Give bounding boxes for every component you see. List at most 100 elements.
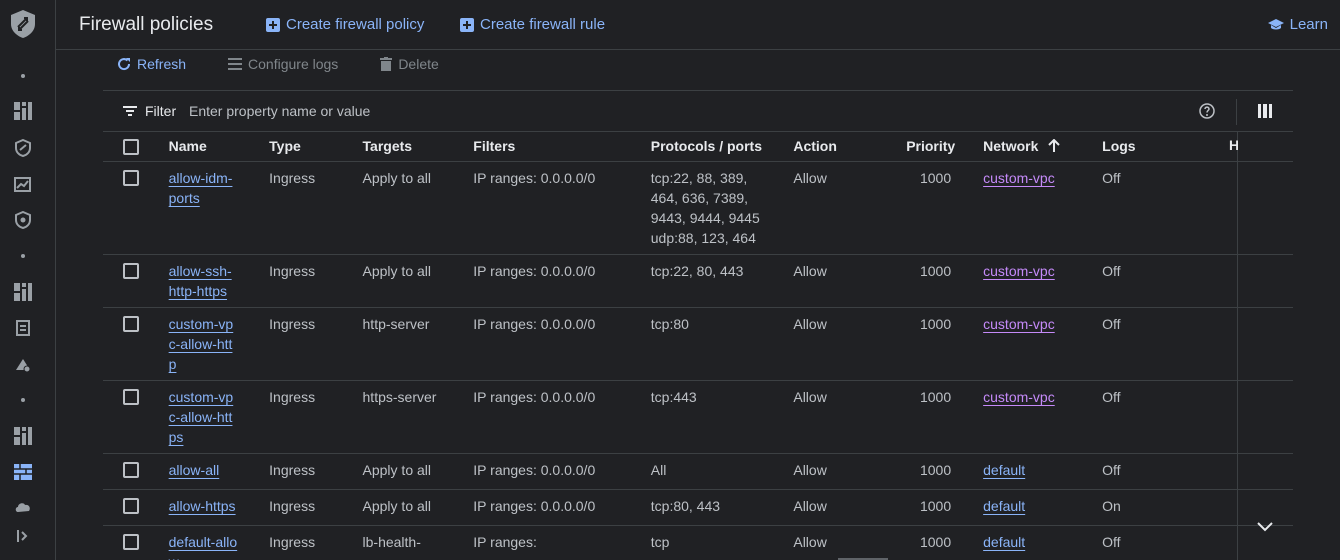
rule-targets-cell: Apply to all <box>362 254 474 308</box>
left-nav-rail <box>0 0 56 560</box>
rule-name-cell: allow-​https <box>168 489 270 526</box>
row-checkbox[interactable] <box>123 262 139 279</box>
shield-icon[interactable] <box>14 139 32 157</box>
rule-name-link[interactable]: default-​allow- <box>169 532 239 560</box>
network-link[interactable]: custom-vpc <box>983 389 1055 405</box>
column-header-name[interactable]: Name <box>168 132 270 162</box>
protocol-port-line: 464, 636, 7389, <box>650 189 749 206</box>
row-checkbox[interactable] <box>123 461 139 478</box>
rule-type-cell: Ingress <box>269 254 363 308</box>
rule-filters-cell: IP ranges: 0.0.0.0/0 <box>473 161 651 255</box>
column-header-filters[interactable]: Filters <box>473 132 651 162</box>
rule-logs-cell: On <box>1102 489 1228 526</box>
column-header-network[interactable]: Network <box>983 132 1103 162</box>
rule-type-cell: Ingress <box>269 453 363 490</box>
table-row[interactable]: allow-​https Ingress Apply to all IP ranges… <box>103 489 1293 526</box>
rule-name-link[interactable]: custom-​vpc-allow-​http <box>169 314 239 374</box>
security-shield-icon[interactable] <box>14 211 32 229</box>
refresh-button[interactable]: Refresh <box>117 56 186 72</box>
protocol-port-line: tcp <box>650 533 670 550</box>
rule-priority-cell: 1000 <box>906 380 984 454</box>
rule-protocols-cell: tcp:22, 80, 443 <box>650 254 794 308</box>
cloud-armor-icon[interactable] <box>14 356 32 374</box>
cloud-network-icon[interactable] <box>14 498 32 516</box>
table-row[interactable]: default-​allow- Ingresslb-health-IP range… <box>103 525 1293 560</box>
protocol-port-line: udp:88, 123, 464 <box>650 229 756 246</box>
row-checkbox[interactable] <box>123 169 139 186</box>
rule-network-cell: custom-vpc <box>983 161 1103 255</box>
rule-network-cell: custom-vpc <box>983 380 1103 454</box>
rule-type-cell: Ingress <box>269 161 363 255</box>
rule-priority-cell: 1000 <box>906 489 984 526</box>
network-link[interactable]: custom-vpc <box>983 316 1055 332</box>
page-title: Firewall policies <box>79 14 214 35</box>
rule-priority-cell: 1000 <box>906 525 984 560</box>
table-row[interactable]: allow-all Ingress Apply to all IP ranges: 0… <box>103 453 1293 490</box>
rule-targets-cell: Apply to all <box>362 161 474 255</box>
dashboard-icon[interactable] <box>14 283 32 301</box>
expand-rail-icon[interactable] <box>14 527 32 545</box>
configure-logs-button[interactable]: Configure logs <box>228 56 338 72</box>
network-link[interactable]: custom-vpc <box>983 170 1055 186</box>
rule-filters-cell: IP ranges: 0.0.0.0/0 <box>473 453 651 490</box>
column-header-protocols[interactable]: Protocols / ports <box>650 132 794 162</box>
school-icon <box>1267 18 1284 29</box>
column-header-priority[interactable]: Priority <box>906 132 984 162</box>
rule-filters-cell: IP ranges: <box>473 525 651 560</box>
column-header-targets[interactable]: Targets <box>362 132 474 162</box>
action-toolbar: Refresh Configure logs Delete <box>117 55 481 73</box>
row-checkbox[interactable] <box>123 533 139 550</box>
rule-name-cell: allow-ssh-​http-https <box>168 254 270 308</box>
network-header-label: Network <box>983 138 1039 155</box>
rule-name-cell: custom-​vpc-allow-​https <box>168 380 270 454</box>
row-checkbox[interactable] <box>123 315 139 332</box>
rule-action-cell: Allow <box>793 380 907 454</box>
column-header-type[interactable]: Type <box>269 132 363 162</box>
refresh-label: Refresh <box>137 56 187 72</box>
row-checkbox[interactable] <box>123 497 139 514</box>
rule-name-link[interactable]: allow-ssh-​http-https <box>169 261 239 301</box>
network-link[interactable]: custom-vpc <box>983 263 1055 279</box>
rule-name-link[interactable]: allow-idm-​ports <box>169 168 239 208</box>
row-select-cell <box>103 525 169 560</box>
rule-type-cell: Ingress <box>269 525 363 560</box>
select-all-checkbox[interactable] <box>123 138 139 155</box>
column-header-action[interactable]: Action <box>793 132 907 162</box>
rule-name-link[interactable]: allow-​https <box>169 496 239 516</box>
column-display-options-icon[interactable] <box>1258 104 1272 118</box>
table-row[interactable]: allow-ssh-​http-https Ingress Apply to all… <box>103 254 1293 308</box>
dashboard-icon[interactable] <box>14 102 32 120</box>
rule-name-link[interactable]: custom-​vpc-allow-​https <box>169 387 239 447</box>
protocol-port-line: 9443, 9444, 9445 <box>650 209 760 226</box>
rule-priority-cell: 1000 <box>906 161 984 255</box>
trash-icon <box>380 57 393 71</box>
rule-filters-cell: IP ranges: 0.0.0.0/0 <box>473 380 651 454</box>
document-icon[interactable] <box>14 319 32 337</box>
refresh-icon <box>118 58 131 71</box>
filter-input[interactable] <box>189 100 1089 122</box>
table-row[interactable]: custom-​vpc-allow-​http Ingress http-serve… <box>103 307 1293 381</box>
network-link[interactable]: default <box>983 498 1025 514</box>
row-select-cell <box>103 489 169 526</box>
table-row[interactable]: allow-idm-​ports Ingress Apply to all IP ra… <box>103 161 1293 255</box>
rule-name-cell: allow-all <box>168 453 270 490</box>
learn-button[interactable]: Learn <box>1267 16 1328 33</box>
rule-name-link[interactable]: allow-all <box>169 460 239 480</box>
row-checkbox[interactable] <box>123 388 139 405</box>
dashboard-icon[interactable] <box>14 427 32 445</box>
create-firewall-policy-button[interactable]: Create firewall policy <box>266 16 424 33</box>
monitoring-icon[interactable] <box>14 175 32 193</box>
chevron-down-icon[interactable] <box>1256 520 1274 534</box>
help-icon[interactable] <box>1199 103 1215 119</box>
create-firewall-rule-button[interactable]: Create firewall rule <box>460 16 605 33</box>
column-header-truncated[interactable]: H <box>1229 137 1238 153</box>
rule-priority-cell: 1000 <box>906 254 984 308</box>
table-row[interactable]: custom-​vpc-allow-​https Ingress https-ser… <box>103 380 1293 454</box>
column-header-logs[interactable]: Logs <box>1102 132 1228 162</box>
network-link[interactable]: default <box>983 462 1025 478</box>
firewall-icon[interactable] <box>14 463 32 481</box>
network-link[interactable]: default <box>983 534 1025 550</box>
protocol-port-line: tcp:80 <box>650 315 689 332</box>
delete-button[interactable]: Delete <box>380 56 439 72</box>
rule-protocols-cell: All <box>650 453 794 490</box>
